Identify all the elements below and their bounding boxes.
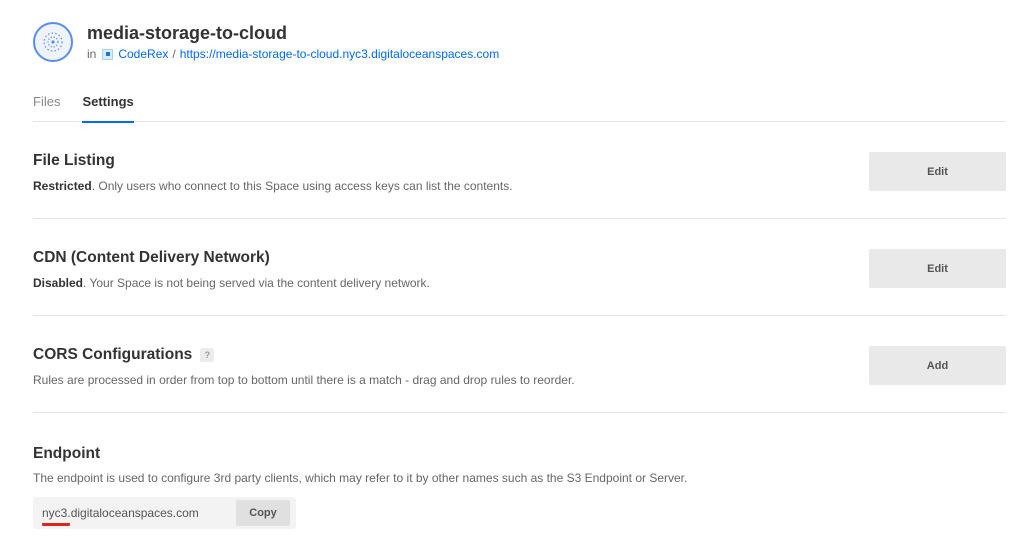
endpoint-region: nyc3 bbox=[42, 506, 68, 520]
cors-add-button[interactable]: Add bbox=[869, 346, 1006, 385]
divider bbox=[33, 412, 1006, 413]
file-listing-status: Restricted bbox=[33, 179, 92, 193]
file-listing-title: File Listing bbox=[33, 152, 115, 169]
tab-files[interactable]: Files bbox=[33, 92, 60, 122]
breadcrumb: in CodeRex / https://media-storage-to-cl… bbox=[87, 46, 499, 62]
file-listing-text: . Only users who connect to this Space u… bbox=[91, 179, 513, 193]
cdn-description: Disabled. Your Space is not being served… bbox=[33, 275, 1006, 291]
in-label: in bbox=[87, 47, 97, 61]
cdn-status: Disabled bbox=[33, 276, 84, 290]
project-link[interactable]: CodeRex bbox=[118, 46, 168, 62]
file-listing-edit-button[interactable]: Edit bbox=[869, 152, 1006, 191]
copy-button[interactable]: Copy bbox=[236, 500, 290, 526]
endpoint-description: The endpoint is used to configure 3rd pa… bbox=[33, 471, 688, 485]
endpoint-value[interactable]: nyc3.digitaloceanspaces.com bbox=[42, 506, 199, 520]
cors-section: CORS Configurations? Rules are processed… bbox=[33, 345, 1006, 390]
help-icon[interactable]: ? bbox=[200, 348, 215, 362]
endpoint-title: Endpoint bbox=[33, 445, 101, 462]
cdn-section: CDN (Content Delivery Network) Disabled.… bbox=[33, 248, 1006, 293]
page-title: media-storage-to-cloud bbox=[87, 23, 288, 43]
divider bbox=[33, 218, 1006, 219]
cors-title: CORS Configurations? bbox=[33, 345, 1006, 365]
breadcrumb-separator: / bbox=[172, 47, 176, 61]
cors-title-text: CORS Configurations bbox=[33, 346, 193, 363]
file-listing-description: Restricted. Only users who connect to th… bbox=[33, 178, 1006, 194]
endpoint-field: nyc3.digitaloceanspaces.com Copy bbox=[33, 497, 296, 529]
space-url-link[interactable]: https://media-storage-to-cloud.nyc3.digi… bbox=[180, 46, 500, 62]
cdn-title: CDN (Content Delivery Network) bbox=[33, 249, 270, 266]
project-square-icon bbox=[102, 48, 114, 60]
endpoint-domain: .digitaloceanspaces.com bbox=[67, 506, 199, 520]
tab-settings[interactable]: Settings bbox=[82, 92, 135, 123]
cdn-edit-button[interactable]: Edit bbox=[869, 249, 1006, 288]
file-listing-section: File Listing Restricted. Only users who … bbox=[33, 151, 1006, 196]
space-globe-icon bbox=[33, 22, 73, 62]
cors-description: Rules are processed in order from top to… bbox=[33, 373, 575, 387]
tab-bar: Files Settings bbox=[33, 92, 1006, 123]
endpoint-section: Endpoint The endpoint is used to configu… bbox=[33, 444, 1006, 485]
space-header: media-storage-to-cloud in CodeRex / http… bbox=[33, 20, 499, 64]
divider bbox=[33, 315, 1006, 316]
cdn-text: . Your Space is not being served via the… bbox=[83, 276, 430, 290]
